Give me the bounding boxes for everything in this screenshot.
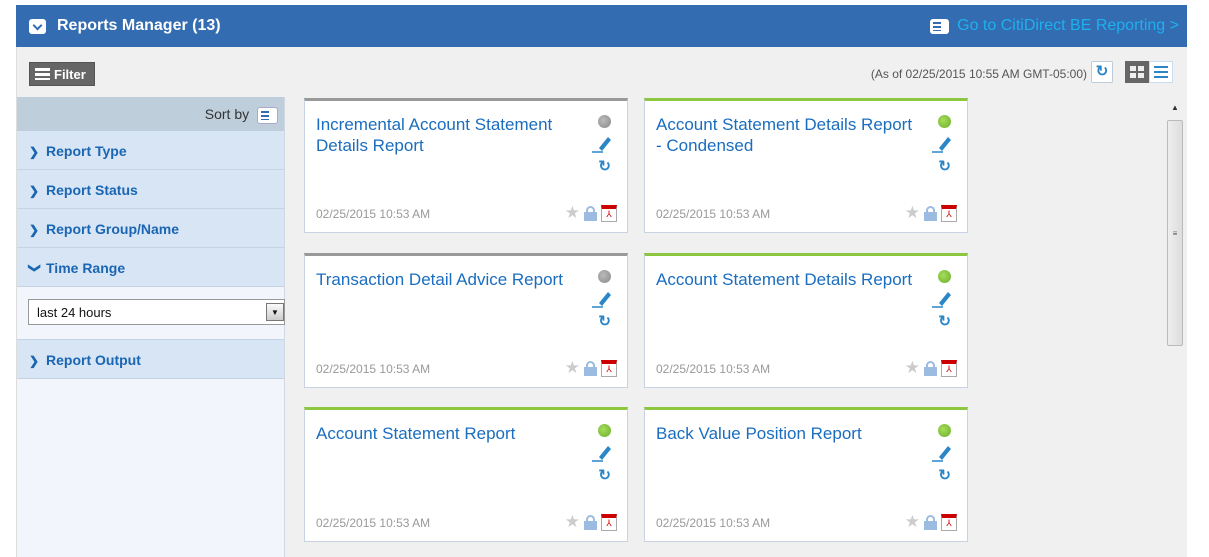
report-date: 02/25/2015 10:53 AM (316, 362, 431, 376)
scroll-up-arrow[interactable]: ▲ (1166, 100, 1184, 116)
header: Reports Manager (13) Go to CitiDirect BE… (16, 5, 1187, 47)
section-report-type[interactable]: ❯ Report Type (17, 131, 284, 170)
main-body: Filter (As of 02/25/2015 10:55 AM GMT-05… (16, 47, 1187, 557)
report-title-link[interactable]: Transaction Detail Advice Report (316, 269, 576, 290)
rerun-icon[interactable]: ↻ (938, 157, 951, 175)
favorite-star-icon[interactable]: ★ (905, 512, 920, 532)
edit-icon[interactable] (591, 443, 613, 463)
pdf-icon[interactable]: ⅄ (941, 204, 957, 222)
chevron-down-icon: ❯ (28, 263, 42, 274)
report-title-link[interactable]: Account Statement Report (316, 423, 576, 444)
favorite-star-icon[interactable]: ★ (905, 358, 920, 378)
lock-icon[interactable] (584, 514, 597, 530)
dropdown-arrow-icon[interactable]: ▼ (266, 303, 284, 321)
favorite-star-icon[interactable]: ★ (565, 358, 580, 378)
lock-icon[interactable] (924, 514, 937, 530)
pdf-icon[interactable]: ⅄ (601, 359, 617, 377)
status-indicator-icon (938, 270, 951, 283)
lock-icon[interactable] (924, 360, 937, 376)
report-title-link[interactable]: Back Value Position Report (656, 423, 916, 444)
status-indicator-icon (938, 424, 951, 437)
time-range-panel: last 24 hours ▼ (17, 287, 285, 340)
chevron-right-icon: ❯ (29, 145, 40, 159)
filter-label: Filter (54, 66, 86, 82)
hamburger-icon (35, 68, 50, 80)
report-card[interactable]: Account Statement Details Report ↻ 02/25… (644, 253, 968, 388)
rerun-icon[interactable]: ↻ (938, 312, 951, 330)
section-time-range[interactable]: ❯ Time Range (17, 248, 284, 287)
page-title: Reports Manager (13) (57, 17, 221, 34)
report-card[interactable]: Account Statement Details Report - Conde… (644, 98, 968, 233)
status-indicator-icon (598, 424, 611, 437)
rerun-icon[interactable]: ↻ (598, 312, 611, 330)
filter-button[interactable]: Filter (29, 62, 95, 86)
lock-icon[interactable] (584, 360, 597, 376)
scrollbar[interactable]: ▲ ≡ (1166, 100, 1184, 557)
rerun-icon[interactable]: ↻ (938, 466, 951, 484)
report-date: 02/25/2015 10:53 AM (316, 516, 431, 530)
pdf-icon[interactable]: ⅄ (601, 513, 617, 531)
pdf-icon[interactable]: ⅄ (601, 204, 617, 222)
sort-bar: Sort by (17, 97, 284, 131)
as-of-timestamp: (As of 02/25/2015 10:55 AM GMT-05:00) (870, 67, 1087, 81)
report-date: 02/25/2015 10:53 AM (316, 207, 431, 221)
favorite-star-icon[interactable]: ★ (905, 203, 920, 223)
time-range-select[interactable]: last 24 hours ▼ (28, 299, 285, 325)
report-card[interactable]: Account Statement Report ↻ 02/25/2015 10… (304, 407, 628, 542)
citidirect-reporting-link[interactable]: Go to CitiDirect BE Reporting > (930, 17, 1179, 35)
rerun-icon[interactable]: ↻ (598, 157, 611, 175)
link-label: Go to CitiDirect BE Reporting > (957, 17, 1179, 34)
report-card[interactable]: Transaction Detail Advice Report ↻ 02/25… (304, 253, 628, 388)
section-report-output[interactable]: ❯ Report Output (17, 340, 284, 379)
favorite-star-icon[interactable]: ★ (565, 203, 580, 223)
sort-icon[interactable] (257, 106, 278, 124)
section-label: Report Status (46, 182, 138, 198)
status-indicator-icon (938, 115, 951, 128)
report-title-link[interactable]: Account Statement Details Report (656, 269, 916, 290)
rerun-icon[interactable]: ↻ (598, 466, 611, 484)
report-date: 02/25/2015 10:53 AM (656, 516, 771, 530)
menu-icon (930, 18, 950, 34)
status-indicator-icon (598, 270, 611, 283)
edit-icon[interactable] (931, 289, 953, 309)
section-label: Report Output (46, 352, 141, 368)
chevron-right-icon: ❯ (29, 223, 40, 237)
favorite-star-icon[interactable]: ★ (565, 512, 580, 532)
grid-view-button[interactable] (1125, 61, 1149, 83)
edit-icon[interactable] (931, 134, 953, 154)
refresh-button[interactable]: ↻ (1091, 61, 1113, 83)
section-label: Report Group/Name (46, 221, 180, 237)
pdf-icon[interactable]: ⅄ (941, 359, 957, 377)
section-report-group[interactable]: ❯ Report Group/Name (17, 209, 284, 248)
section-label: Time Range (46, 260, 126, 276)
report-date: 02/25/2015 10:53 AM (656, 207, 771, 221)
lock-icon[interactable] (584, 205, 597, 221)
section-label: Report Type (46, 143, 127, 159)
lock-icon[interactable] (924, 205, 937, 221)
select-value: last 24 hours (37, 305, 112, 320)
pdf-icon[interactable]: ⅄ (941, 513, 957, 531)
filter-sidebar: Sort by ❯ Report Type ❯ Report Status ❯ Rep… (17, 97, 285, 557)
scroll-thumb[interactable]: ≡ (1167, 120, 1183, 346)
edit-icon[interactable] (931, 443, 953, 463)
report-date: 02/25/2015 10:53 AM (656, 362, 771, 376)
section-report-status[interactable]: ❯ Report Status (17, 170, 284, 209)
report-title-link[interactable]: Account Statement Details Report - Conde… (656, 114, 916, 156)
list-view-button[interactable] (1149, 61, 1173, 83)
report-card[interactable]: Back Value Position Report ↻ 02/25/2015 … (644, 407, 968, 542)
report-title-link[interactable]: Incremental Account Statement Details Re… (316, 114, 576, 156)
report-card[interactable]: Incremental Account Statement Details Re… (304, 98, 628, 233)
collapse-icon[interactable] (29, 19, 46, 34)
edit-icon[interactable] (591, 289, 613, 309)
edit-icon[interactable] (591, 134, 613, 154)
chevron-right-icon: ❯ (29, 184, 40, 198)
sort-by-label: Sort by (204, 106, 250, 122)
chevron-right-icon: ❯ (29, 354, 40, 368)
status-indicator-icon (598, 115, 611, 128)
